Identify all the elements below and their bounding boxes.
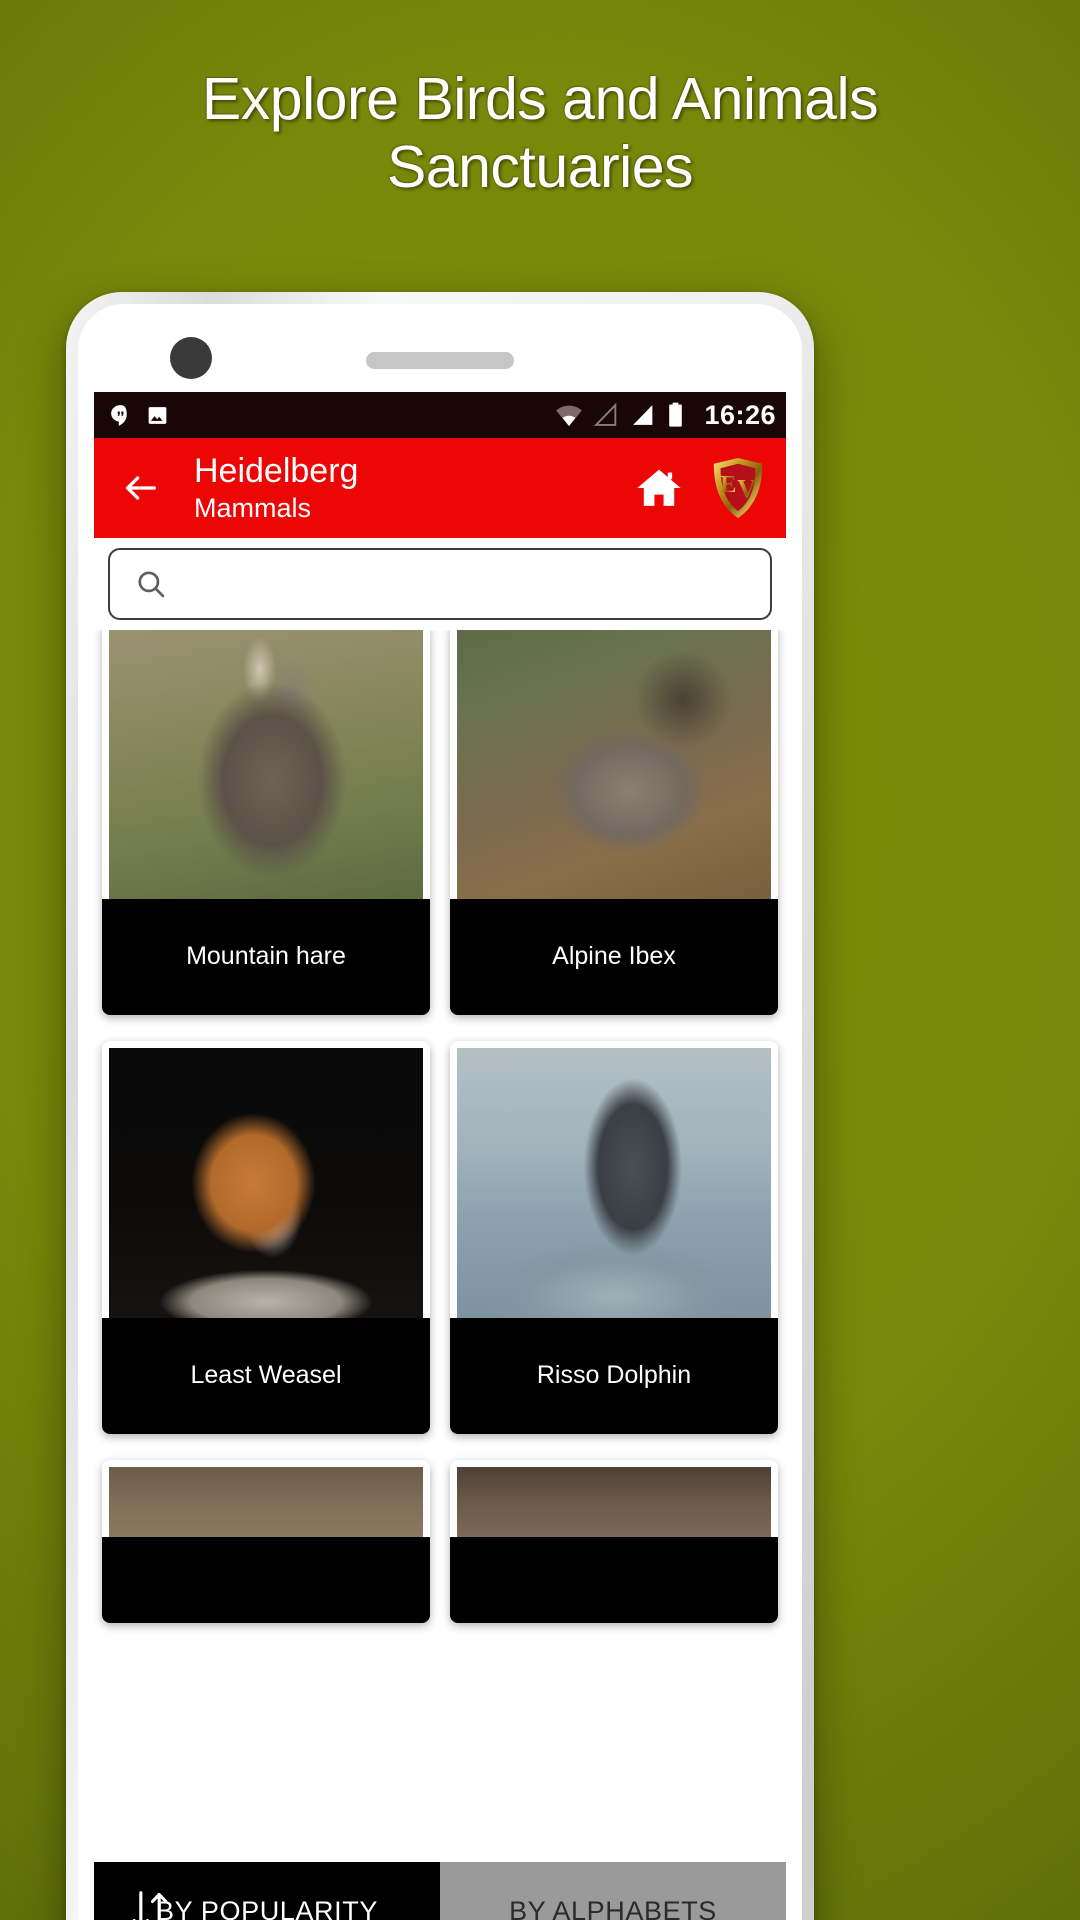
species-card[interactable]: Least Weasel [102, 1041, 430, 1434]
sort-tab-popularity[interactable]: BY POPULARITY [94, 1862, 440, 1920]
promo-headline-line2: Sanctuaries [386, 133, 694, 200]
species-grid: Mountain hare Alpine Ibex Least Weasel R… [94, 630, 786, 1623]
status-bar: 16:26 [94, 392, 786, 438]
species-image [109, 1048, 423, 1318]
battery-icon [669, 402, 683, 427]
search-box[interactable] [108, 548, 772, 620]
svg-text:E: E [720, 471, 736, 498]
species-name: Alpine Ibex [450, 899, 778, 1015]
ev-shield-icon: E V [713, 457, 763, 519]
species-card[interactable] [102, 1460, 430, 1623]
app-bar-titles: Heidelberg Mammals [194, 451, 358, 525]
photos-icon [148, 406, 167, 424]
ev-logo-button[interactable]: E V [710, 457, 766, 519]
search-icon [138, 571, 165, 598]
speaker-grille [366, 352, 514, 369]
promo-headline: Explore Birds and Animals Sanctuaries [0, 66, 1080, 202]
arrow-left-icon [126, 476, 156, 500]
camera-icon [170, 337, 212, 379]
species-image [457, 630, 771, 899]
home-icon [637, 469, 681, 506]
species-name: Risso Dolphin [450, 1318, 778, 1434]
signal-empty-icon [594, 402, 617, 426]
sort-tab-popularity-label: BY POPULARITY [156, 1895, 378, 1920]
phone-top-bezel [78, 304, 802, 392]
sort-tab-alphabets-label: BY ALPHABETS [509, 1895, 717, 1920]
hangouts-icon [111, 404, 127, 426]
species-name [102, 1537, 430, 1623]
svg-text:V: V [737, 475, 756, 504]
home-button[interactable] [630, 459, 688, 517]
species-image [109, 630, 423, 899]
species-card[interactable] [450, 1460, 778, 1623]
species-card[interactable]: Risso Dolphin [450, 1041, 778, 1434]
page-title: Heidelberg [194, 452, 359, 490]
back-button[interactable] [110, 457, 172, 519]
status-bar-right-icons: 16:26 [555, 400, 776, 431]
wifi-icon [556, 405, 583, 427]
sort-tab-alphabets[interactable]: BY ALPHABETS [440, 1862, 786, 1920]
signal-full-icon [633, 405, 653, 425]
phone-mockup: 16:26 Heidelberg Mammals E V Mountain ha… [66, 292, 814, 1920]
sort-bar: BY POPULARITY BY ALPHABETS [94, 1862, 786, 1920]
species-card[interactable]: Alpine Ibex [450, 630, 778, 1015]
app-bar-actions: E V [630, 457, 772, 519]
species-name [450, 1537, 778, 1623]
species-image [109, 1467, 423, 1537]
page-subtitle: Mammals [194, 493, 312, 523]
species-name: Least Weasel [102, 1318, 430, 1434]
sort-arrows-icon [128, 1886, 172, 1920]
species-image [457, 1467, 771, 1537]
status-bar-left-icons [108, 403, 170, 428]
phone-screen-container: 16:26 Heidelberg Mammals E V Mountain ha… [78, 304, 802, 1920]
device-screen: 16:26 Heidelberg Mammals E V Mountain ha… [94, 392, 786, 1920]
app-bar: Heidelberg Mammals E V [94, 438, 786, 538]
promo-headline-line1: Explore Birds and Animals [201, 66, 879, 132]
species-name: Mountain hare [102, 899, 430, 1015]
search-bar-container [94, 538, 786, 630]
status-bar-clock: 16:26 [704, 399, 776, 430]
search-input[interactable] [184, 568, 746, 600]
species-grid-scroll[interactable]: Mountain hare Alpine Ibex Least Weasel R… [94, 630, 786, 1920]
species-card[interactable]: Mountain hare [102, 630, 430, 1015]
species-image [457, 1048, 771, 1318]
